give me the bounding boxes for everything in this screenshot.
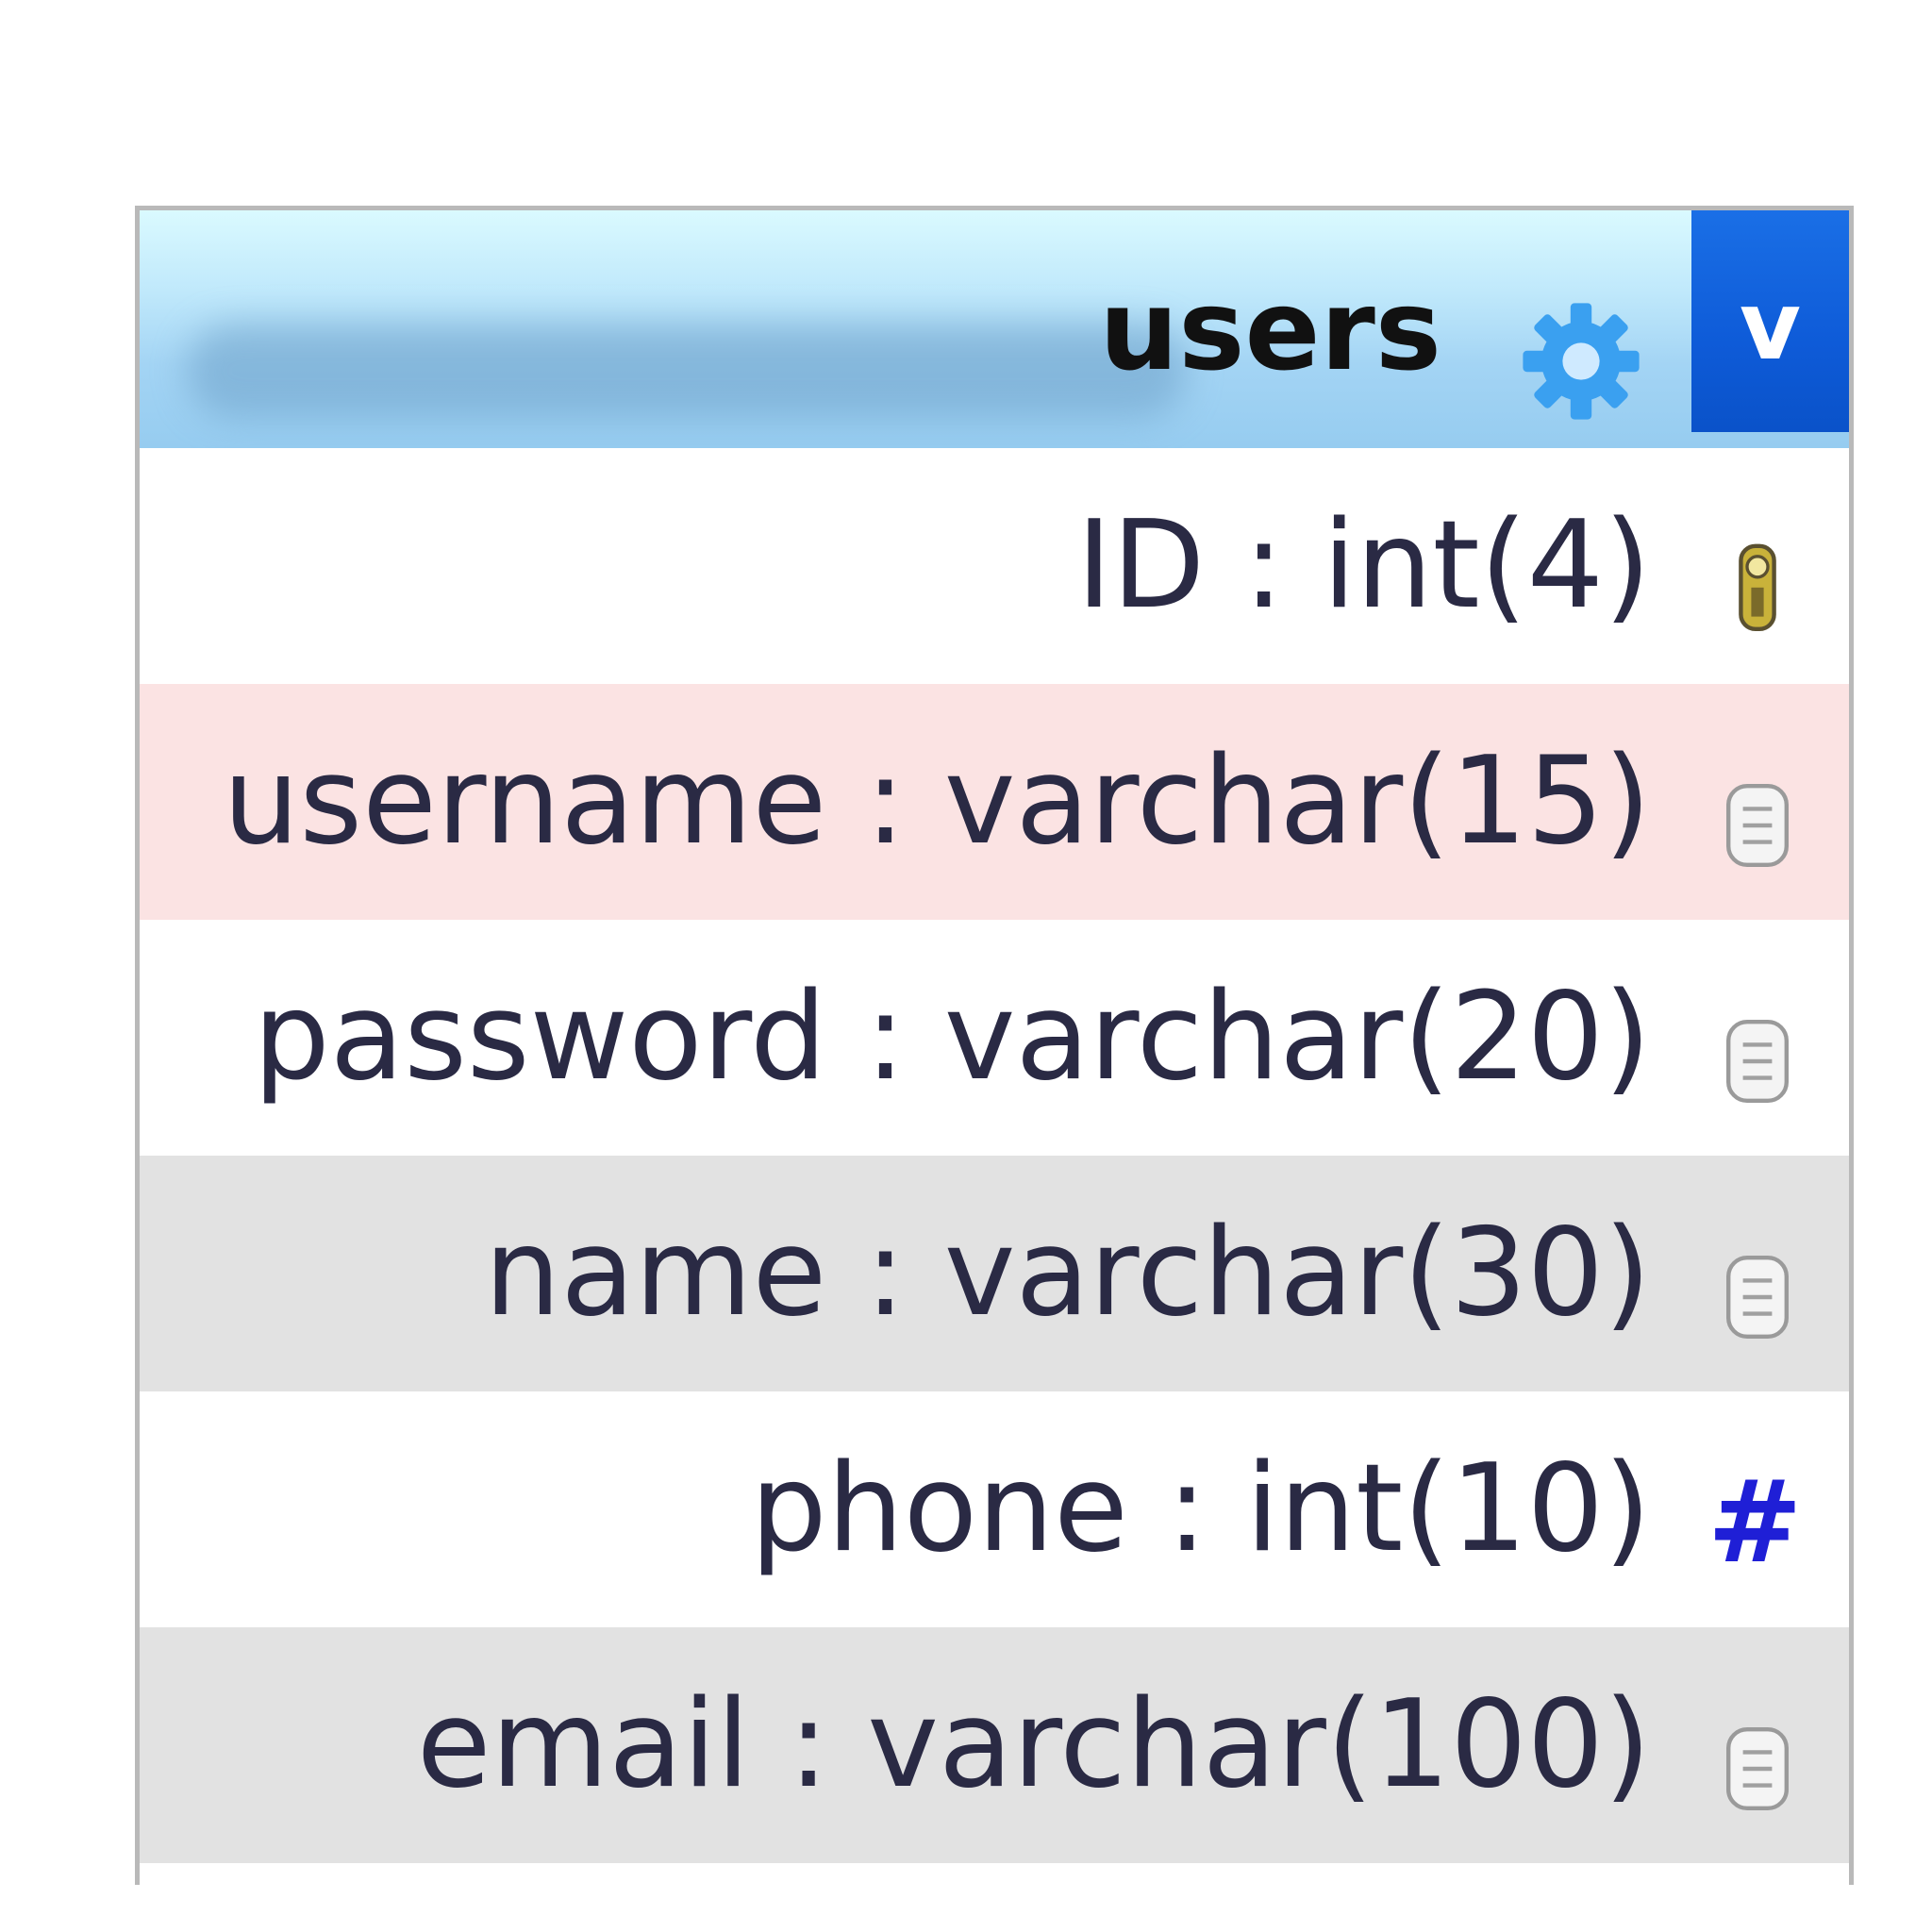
field-row-id[interactable]: ID : int(4): [140, 448, 1849, 684]
text-field-icon: [1726, 1256, 1789, 1339]
field-label: email : varchar(100): [416, 1674, 1651, 1815]
field-label: phone : int(10): [750, 1439, 1651, 1579]
table-card-users[interactable]: users v ID : int(4) username: varchar(1…: [135, 206, 1854, 1885]
table-header[interactable]: users v: [140, 210, 1849, 448]
gear-icon[interactable]: [1515, 295, 1647, 427]
table-title: users: [1099, 265, 1441, 395]
text-field-icon: [1726, 1020, 1789, 1103]
field-row-email[interactable]: email : varchar(100): [140, 1627, 1849, 1863]
text-field-icon: [1726, 784, 1789, 867]
field-row-name[interactable]: name : varchar(30): [140, 1156, 1849, 1391]
field-label: password : varchar(20): [253, 967, 1652, 1108]
field-label: ID : int(4): [1076, 495, 1651, 636]
field-row-username[interactable]: username : varchar(15): [140, 684, 1849, 920]
field-label: name : varchar(30): [484, 1203, 1651, 1343]
key-icon: [1739, 543, 1776, 631]
field-label: username : varchar(15): [223, 731, 1651, 872]
collapse-toggle-button[interactable]: v: [1691, 210, 1849, 432]
field-list: ID : int(4) username : varchar(15) passw…: [140, 448, 1849, 1863]
blurred-header-region: [187, 324, 1187, 418]
numeric-hash-icon: #: [1707, 1457, 1803, 1589]
text-field-icon: [1726, 1727, 1789, 1810]
field-row-phone[interactable]: phone : int(10) #: [140, 1391, 1849, 1627]
field-row-password[interactable]: password : varchar(20): [140, 920, 1849, 1156]
